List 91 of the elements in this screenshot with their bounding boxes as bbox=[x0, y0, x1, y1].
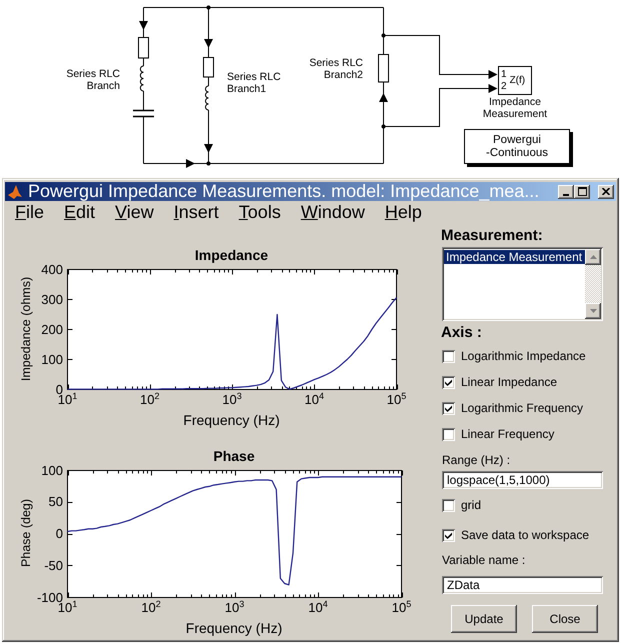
field-label: Range (Hz) : bbox=[442, 452, 512, 469]
checkbox[interactable] bbox=[442, 376, 455, 388]
block-label: Impedance Measurement bbox=[482, 97, 548, 120]
checkbox-label: Linear Impedance bbox=[461, 375, 558, 389]
x-tick-label: 10$^{5}$ bbox=[386, 392, 406, 408]
maximize-icon bbox=[578, 187, 586, 196]
y-tick-label: 400 bbox=[41, 262, 63, 278]
maximize-button[interactable] bbox=[574, 184, 590, 198]
list-item[interactable]: Impedance Measurement bbox=[444, 250, 585, 264]
checkbox[interactable] bbox=[442, 350, 455, 362]
checkbox[interactable] bbox=[442, 402, 455, 414]
wire bbox=[143, 90, 144, 111]
capacitor-symbol bbox=[133, 110, 154, 118]
y-tick-label: 100 bbox=[41, 352, 63, 368]
window-close-button[interactable] bbox=[598, 184, 614, 198]
logo-icon bbox=[8, 184, 22, 198]
section-label: Axis : bbox=[441, 325, 483, 341]
arrowhead-icon bbox=[204, 39, 213, 48]
branch-label: Series RLC Branch bbox=[65, 68, 120, 92]
y-tick-label: -100 bbox=[36, 590, 63, 604]
field-label: Variable name : bbox=[442, 552, 526, 569]
x-tick-label: 10$^{3}$ bbox=[224, 600, 244, 616]
menu-item[interactable]: Help bbox=[374, 201, 432, 223]
junction-dot-icon bbox=[206, 162, 210, 166]
chart-title: Phase bbox=[212, 448, 256, 464]
up-arrow-icon bbox=[590, 255, 596, 259]
close-button[interactable]: Close bbox=[532, 605, 598, 633]
menu-item[interactable]: Tools bbox=[228, 201, 291, 223]
window-title: Powergui Impedance Measurements. model: Impedance_mea... bbox=[28, 182, 540, 201]
y-tick-label: 0 bbox=[56, 382, 63, 396]
close-icon bbox=[602, 188, 610, 195]
resistor-symbol bbox=[203, 57, 214, 78]
inductor-symbol bbox=[140, 66, 144, 92]
powergui-block: Powergui -Continuous bbox=[464, 129, 570, 164]
branch-label: Series RLC Branch2 bbox=[308, 57, 363, 81]
menu-item[interactable]: Insert bbox=[164, 201, 229, 223]
menu-item[interactable]: Edit bbox=[54, 201, 106, 223]
variable-name-field[interactable]: ZData bbox=[442, 576, 603, 594]
block-symbol: Z(f) bbox=[510, 74, 526, 86]
y-tick-label: -50 bbox=[44, 558, 63, 574]
x-axis-label: Frequency (Hz) bbox=[184, 620, 284, 636]
checkbox-label: Logarithmic Impedance bbox=[461, 349, 586, 363]
menu-item[interactable]: Window bbox=[290, 201, 375, 223]
checkmark-icon bbox=[445, 532, 452, 538]
checkmark-icon bbox=[445, 404, 452, 412]
arrowhead-icon bbox=[139, 21, 148, 30]
checkbox-label: Linear Frequency bbox=[461, 427, 554, 441]
checkbox[interactable] bbox=[442, 428, 455, 440]
x-axis-label: Frequency (Hz) bbox=[182, 412, 281, 428]
y-axis-label: Phase (deg) bbox=[19, 498, 33, 568]
menu-item[interactable]: View bbox=[105, 201, 164, 223]
scroll-up-button[interactable] bbox=[585, 249, 601, 265]
resistor-symbol bbox=[378, 54, 389, 82]
minimize-icon bbox=[563, 194, 569, 196]
checkbox-label: Logarithmic Frequency bbox=[461, 401, 584, 415]
junction-dot-icon bbox=[382, 34, 386, 38]
x-tick-label: 10$^{3}$ bbox=[222, 392, 242, 408]
checkbox-label: grid bbox=[461, 498, 482, 512]
scroll-down-button[interactable] bbox=[585, 303, 601, 319]
y-axis-label: Impedance (ohms) bbox=[19, 276, 33, 382]
branch-label: Series RLC Branch1 bbox=[227, 71, 282, 95]
y-tick-label: 200 bbox=[41, 322, 63, 338]
port-number: 1 bbox=[501, 68, 507, 80]
junction-dot-icon bbox=[206, 6, 210, 10]
chart-title: Impedance bbox=[194, 247, 270, 263]
inductor-symbol bbox=[205, 86, 209, 110]
x-tick-label: 10$^{5}$ bbox=[392, 600, 412, 616]
checkmark-icon bbox=[445, 378, 452, 386]
y-tick-label: 100 bbox=[41, 462, 63, 478]
x-tick-label: 10$^{4}$ bbox=[308, 600, 328, 616]
wire bbox=[208, 76, 209, 86]
port-number: 2 bbox=[501, 80, 507, 92]
minimize-button[interactable] bbox=[558, 184, 574, 198]
x-tick-label: 10$^{2}$ bbox=[140, 392, 160, 408]
wire bbox=[143, 58, 144, 66]
y-tick-label: 0 bbox=[56, 526, 63, 542]
menu-item[interactable]: File bbox=[5, 201, 54, 223]
checkbox[interactable] bbox=[442, 498, 455, 512]
x-tick-label: 10$^{4}$ bbox=[304, 392, 324, 408]
checkbox[interactable] bbox=[442, 528, 455, 542]
update-button[interactable]: Update bbox=[451, 605, 517, 633]
down-arrow-icon bbox=[590, 309, 596, 313]
y-tick-label: 300 bbox=[41, 292, 63, 308]
x-tick-label: 10$^{2}$ bbox=[141, 600, 161, 616]
section-label: Measurement: bbox=[441, 228, 544, 244]
junction-dot-icon bbox=[382, 124, 386, 128]
resistor-symbol bbox=[138, 37, 149, 58]
checkbox-label: Save data to workspace bbox=[461, 528, 590, 542]
y-tick-label: 50 bbox=[48, 494, 63, 510]
range-field[interactable]: logspace(1,5,1000) bbox=[442, 471, 603, 489]
arrowhead-icon bbox=[379, 93, 388, 102]
